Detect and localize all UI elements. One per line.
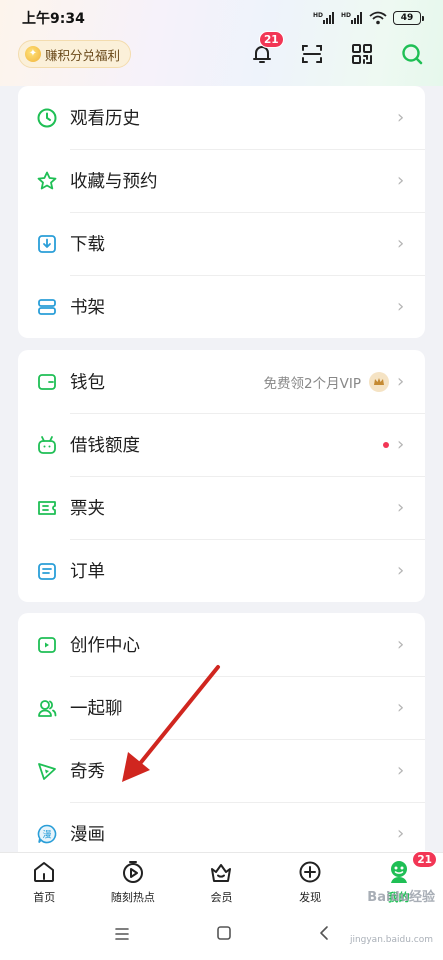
vip-icon: [208, 859, 234, 885]
menu-item-loan[interactable]: 借钱额度 ›: [18, 413, 425, 476]
unread-dot: [383, 441, 389, 448]
chevron-right-icon: ›: [397, 296, 405, 317]
signal-icon-2: HD: [341, 12, 362, 24]
points-label: 赚积分兑福利: [45, 47, 121, 63]
points-rewards-button[interactable]: ✦ 赚积分兑福利: [18, 40, 132, 68]
tab-label: 随刻热点: [110, 891, 155, 904]
card-creation: 创作中心 › 一起聊 › 奇秀 › 漫 漫画 ›: [18, 613, 425, 863]
menu-item-label: 钱包: [70, 373, 105, 393]
menu-item-download[interactable]: 下载 ›: [18, 212, 425, 275]
coin-icon: ✦: [25, 46, 41, 62]
signal-icon: HD: [313, 12, 334, 24]
tab-hot[interactable]: 随刻热点: [89, 853, 178, 910]
menu-item-label: 书架: [70, 298, 105, 318]
home-square-icon[interactable]: [216, 925, 232, 945]
discover-icon: [297, 859, 323, 885]
star-icon: [36, 170, 58, 192]
menu-item-orders[interactable]: 订单 ›: [18, 539, 425, 602]
chevron-right-icon: ›: [397, 497, 405, 518]
svg-text:HD: HD: [313, 12, 323, 19]
header-icons: 21: [249, 31, 425, 67]
status-time: 上午9:34: [22, 11, 85, 27]
menu-item-label: 创作中心: [70, 636, 140, 656]
home-icon: [31, 859, 57, 885]
tab-label: 首页: [33, 891, 56, 904]
tab-label: 会员: [210, 891, 233, 904]
bell-icon[interactable]: 21: [249, 31, 284, 67]
menu-item-label: 下载: [70, 235, 105, 255]
crown-icon: [369, 371, 389, 392]
status-icons: HD HD 49: [313, 11, 424, 25]
menu-item-tickets[interactable]: 票夹 ›: [18, 476, 425, 539]
menu-item-label: 收藏与预约: [70, 172, 158, 192]
hot-icon: [120, 859, 146, 885]
chevron-right-icon: ›: [397, 434, 405, 455]
wifi-icon: [369, 11, 387, 25]
download-icon: [36, 233, 58, 255]
scan-icon[interactable]: [299, 41, 325, 67]
header-row: ✦ 赚积分兑福利 21: [0, 31, 443, 72]
tab-discover[interactable]: 发现: [266, 853, 355, 910]
menu-item-label: 票夹: [70, 499, 105, 519]
card-history: 观看历史 › 收藏与预约 › 下载 › 书架 ›: [18, 86, 425, 338]
wallet-promo-text: 免费领2个月VIP: [263, 375, 361, 392]
menu-item-chat-together[interactable]: 一起聊 ›: [18, 676, 425, 739]
comic-icon: 漫: [36, 823, 58, 845]
battery-icon: 49: [393, 11, 424, 25]
menu-item-qixiu[interactable]: 奇秀 ›: [18, 739, 425, 802]
wallet-icon: [36, 371, 58, 393]
battery-level: 49: [400, 13, 414, 23]
svg-text:HD: HD: [341, 12, 351, 19]
tab-home[interactable]: 首页: [0, 853, 89, 910]
baidu-watermark: Baidu经验: [367, 890, 435, 905]
menu-item-label: 奇秀: [70, 762, 105, 782]
profile-badge: 21: [412, 851, 437, 868]
menu-item-label: 观看历史: [70, 109, 140, 129]
menu-item-label: 借钱额度: [70, 436, 140, 456]
menu-item-label: 一起聊: [70, 699, 123, 719]
watermark-url: jingyan.baidu.com: [349, 935, 433, 945]
ticket-icon: [36, 497, 58, 519]
qr-code-icon[interactable]: [349, 41, 375, 67]
chevron-right-icon: ›: [397, 170, 405, 191]
profile-icon: [386, 859, 412, 885]
chevron-right-icon: ›: [397, 823, 405, 844]
order-icon: [36, 560, 58, 582]
loan-icon: [36, 434, 58, 456]
bookshelf-icon: [36, 296, 58, 318]
chat-icon: [36, 697, 58, 719]
tab-label: 发现: [299, 891, 322, 904]
menu-item-watch-history[interactable]: 观看历史 ›: [18, 86, 425, 149]
clock-icon: [36, 107, 58, 129]
card-wallet: 钱包 免费领2个月VIP › 借钱额度 › 票夹 › 订单 ›: [18, 350, 425, 602]
menu-item-creator-center[interactable]: 创作中心 ›: [18, 613, 425, 676]
chevron-right-icon: ›: [397, 760, 405, 781]
menu-item-label: 漫画: [70, 825, 105, 845]
creator-icon: [36, 634, 58, 656]
chevron-right-icon: ›: [397, 560, 405, 581]
chevron-right-icon: ›: [397, 233, 405, 254]
menu-item-wallet[interactable]: 钱包 免费领2个月VIP ›: [18, 350, 425, 413]
chevron-right-icon: ›: [397, 697, 405, 718]
menu-item-favorites[interactable]: 收藏与预约 ›: [18, 149, 425, 212]
tab-vip[interactable]: 会员: [177, 853, 266, 910]
chevron-right-icon: ›: [397, 634, 405, 655]
menu-item-bookshelf[interactable]: 书架 ›: [18, 275, 425, 338]
search-icon[interactable]: [399, 41, 425, 67]
qixiu-icon: [36, 760, 58, 782]
menu-icon[interactable]: [114, 926, 130, 945]
back-icon[interactable]: [318, 925, 330, 945]
chevron-right-icon: ›: [397, 371, 405, 392]
menu-item-label: 订单: [70, 562, 105, 582]
status-bar: 上午9:34 HD HD 49: [0, 0, 443, 36]
comic-icon-glyph: 漫: [42, 828, 51, 840]
chevron-right-icon: ›: [397, 107, 405, 128]
notification-badge: 21: [259, 31, 284, 48]
